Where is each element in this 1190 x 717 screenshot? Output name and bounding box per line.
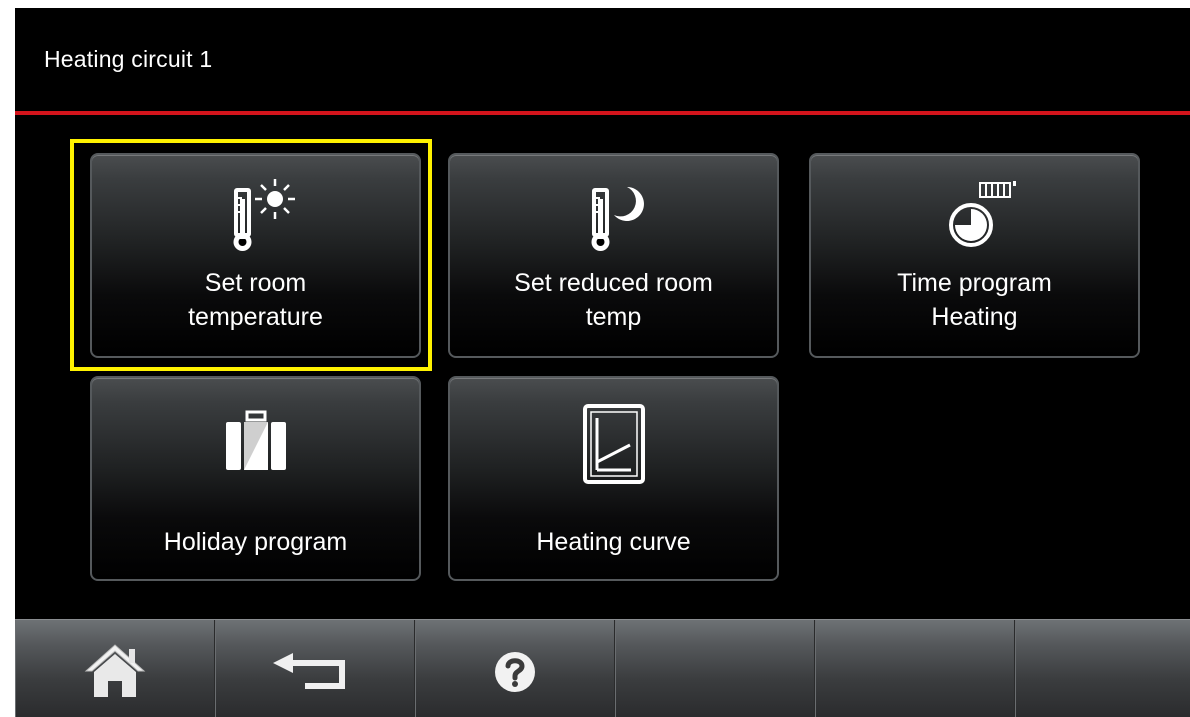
tile-label-line1: Heating curve <box>536 528 691 556</box>
holiday-program-button[interactable]: Holiday program <box>90 376 421 581</box>
heating-curve-icon <box>582 404 645 484</box>
nav-empty-slot-6 <box>1015 620 1190 717</box>
tile-label-line1: Set reduced room <box>514 269 713 297</box>
tile-label-line2: Heating <box>931 303 1018 331</box>
header-divider <box>15 111 1190 115</box>
back-arrow-icon <box>272 653 345 689</box>
nav-empty-slot-4 <box>615 620 815 717</box>
tile-label-line2: temp <box>585 303 642 331</box>
selection-highlight <box>70 139 432 371</box>
page-title: Heating circuit 1 <box>44 46 213 72</box>
heating-curve-button[interactable]: Heating curve <box>448 376 779 581</box>
set-reduced-room-temp-button[interactable]: Set reduced room temp <box>448 153 779 358</box>
suitcase-icon <box>225 410 286 470</box>
bottom-nav-bar <box>15 619 1190 717</box>
home-button[interactable] <box>15 620 215 717</box>
nav-empty-slot-5 <box>815 620 1015 717</box>
header-bar: Heating circuit 1 <box>15 8 1190 111</box>
help-icon <box>494 652 535 692</box>
tile-label-line1: Holiday program <box>163 528 348 556</box>
clock-radiator-icon <box>948 181 1016 247</box>
thermometer-moon-icon <box>591 187 644 251</box>
help-button[interactable] <box>415 620 615 717</box>
home-icon <box>84 644 145 697</box>
tile-label-line1: Time program <box>897 269 1052 297</box>
time-program-heating-button[interactable]: Time program Heating <box>809 153 1140 358</box>
back-button[interactable] <box>215 620 415 717</box>
device-screen: Heating circuit 1 Set room temperature S… <box>15 8 1190 717</box>
